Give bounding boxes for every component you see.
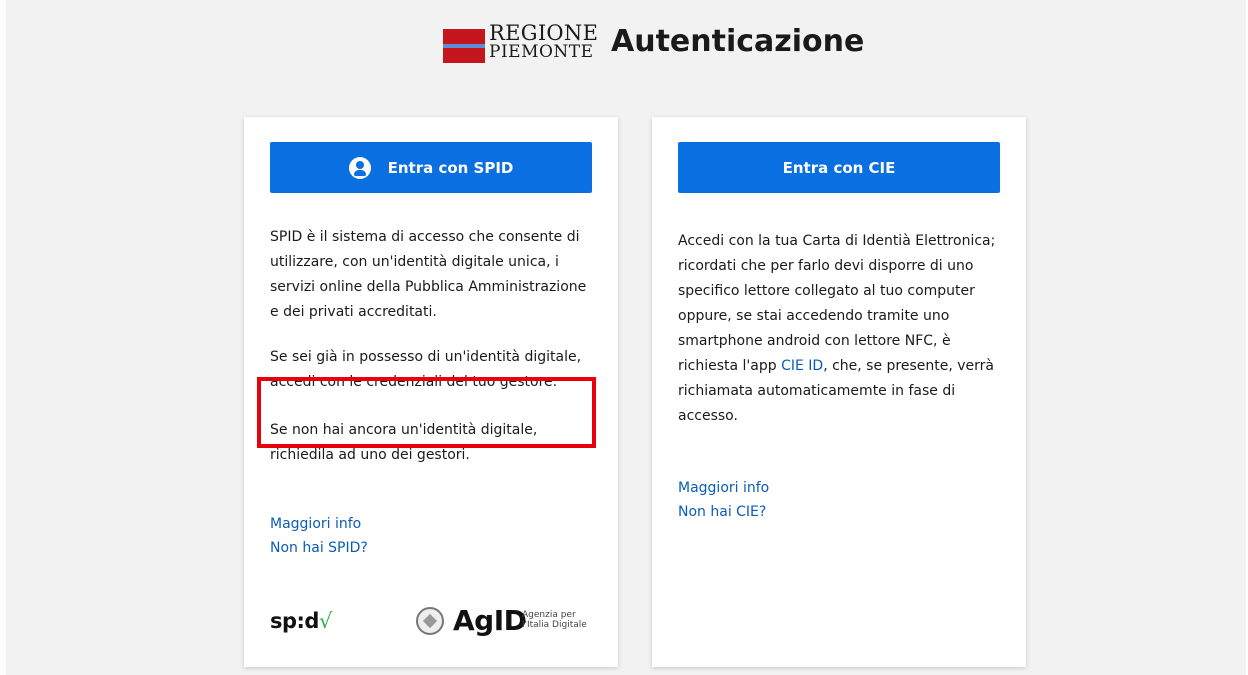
no-spid-link[interactable]: Non hai SPID? (270, 536, 368, 560)
page-title: Autenticazione (611, 24, 865, 59)
spid-existing-identity-text: Se sei già in possesso di un'identità di… (270, 349, 582, 390)
cie-id-app-link[interactable]: CIE ID (781, 358, 823, 374)
cie-description: Accedi con la tua Carta di Identià Elett… (678, 229, 1008, 429)
spid-login-label: Entra con SPID (387, 158, 514, 177)
cie-description-part1: Accedi con la tua Carta di Identià Elett… (678, 233, 996, 374)
agid-tagline-1: Agenzia per (522, 610, 576, 620)
spid-links: Maggiori info Non hai SPID? (270, 512, 368, 560)
logo-line-2: PIEMONTE (489, 42, 594, 62)
cie-links: Maggiori info Non hai CIE? (678, 476, 769, 524)
spid-more-info-link[interactable]: Maggiori info (270, 512, 368, 536)
cie-card: Entra con CIE Accedi con la tua Carta di… (652, 117, 1026, 667)
cie-login-button[interactable]: Entra con CIE (678, 142, 1000, 193)
spid-logo-text: sp:d (270, 609, 319, 633)
agid-emblem-icon (416, 607, 444, 635)
agid-tagline-2: l'Italia Digitale (522, 620, 587, 630)
no-cie-link[interactable]: Non hai CIE? (678, 500, 769, 524)
spid-no-identity-text: Se non hai ancora un'identità digitale, … (270, 422, 538, 463)
spid-check-icon: √ (318, 609, 332, 633)
regione-piemonte-logo: REGIONE PIEMONTE (443, 23, 598, 66)
region-flag-icon (443, 29, 485, 63)
agid-logo-text: AgID (453, 604, 527, 637)
logo-line-1: REGIONE (489, 21, 599, 45)
cie-login-label: Entra con CIE (782, 158, 896, 177)
cie-more-info-link[interactable]: Maggiori info (678, 476, 769, 500)
spid-logo: sp:d√ (270, 609, 332, 633)
spid-description: SPID è il sistema di accesso che consent… (270, 229, 587, 320)
user-circle-icon (348, 156, 371, 179)
agid-logo: AgID Agenzia per l'Italia Digitale (416, 603, 596, 639)
page-background: REGIONE PIEMONTE Autenticazione Entra co… (6, 0, 1246, 675)
spid-card: Entra con SPID SPID è il sistema di acce… (244, 117, 618, 667)
spid-login-button[interactable]: Entra con SPID (270, 142, 592, 193)
